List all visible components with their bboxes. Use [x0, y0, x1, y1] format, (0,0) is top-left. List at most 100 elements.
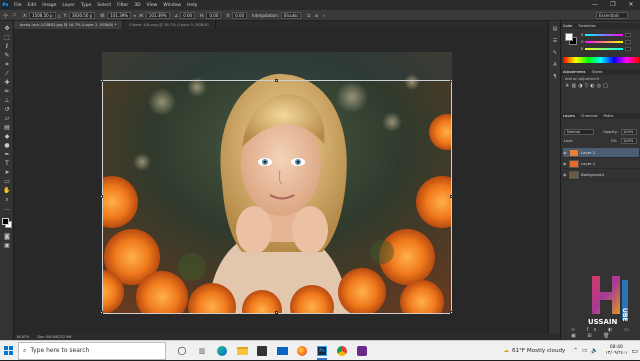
interpolation-select[interactable]: Bicubic	[280, 11, 302, 19]
handle-top-center[interactable]	[275, 79, 278, 82]
h-skew-field[interactable]: 0.00	[206, 11, 222, 19]
menu-3d[interactable]: 3D	[134, 3, 140, 8]
angle-field[interactable]: 0.00	[180, 11, 196, 19]
healing-tool-icon[interactable]: ✚	[3, 79, 11, 87]
photoshop-taskbar-icon[interactable]: Ps	[312, 341, 332, 361]
shape-tool-icon[interactable]: ▭	[3, 178, 11, 186]
layer-row[interactable]: ◉ Layer 1	[563, 159, 639, 169]
height-field[interactable]: 101.39%	[145, 11, 170, 19]
move-tool-icon[interactable]: ✥	[3, 25, 11, 33]
tab-swatches[interactable]: Swatches	[578, 24, 595, 28]
chrome-icon[interactable]	[332, 341, 352, 361]
clone-stamp-tool-icon[interactable]: ⊥	[3, 97, 11, 105]
screen-mode-icon[interactable]: ▣	[3, 242, 11, 250]
y-field[interactable]: 3830.50 p	[68, 11, 96, 19]
tab-color[interactable]: Color	[563, 24, 572, 28]
width-field[interactable]: 101.39%	[107, 11, 132, 19]
menu-window[interactable]: Window	[163, 3, 181, 8]
reference-point-icon[interactable]: ⁙	[12, 12, 17, 19]
lasso-tool-icon[interactable]: ℓ	[3, 43, 11, 51]
type-tool-icon[interactable]: T	[3, 160, 11, 168]
handle-bottom-left[interactable]	[100, 311, 103, 314]
quick-select-tool-icon[interactable]: ✎	[3, 52, 11, 60]
more-tools-icon[interactable]: …	[3, 205, 11, 213]
blend-mode-select[interactable]: Normal	[564, 129, 594, 135]
taskbar-search[interactable]: ⌕ Type here to search	[18, 341, 166, 360]
properties-panel-icon[interactable]: ☰	[551, 37, 559, 45]
red-slider[interactable]: R	[581, 33, 635, 37]
quick-mask-icon[interactable]: ◙	[3, 233, 11, 241]
layer-row[interactable]: ◉ Layer 2	[563, 148, 639, 158]
firefox-icon[interactable]	[292, 341, 312, 361]
menu-type[interactable]: Type	[81, 3, 91, 8]
history-panel-icon[interactable]: ▤	[551, 25, 559, 33]
menu-edit[interactable]: Edit	[28, 3, 37, 8]
history-brush-tool-icon[interactable]: ↺	[3, 106, 11, 114]
tab-document-2[interactable]: Flower 4/8.png @ 16.7% (Layer 0, RGB/8)	[123, 21, 216, 29]
path-select-tool-icon[interactable]: ➤	[3, 169, 11, 177]
green-slider[interactable]: G	[581, 40, 635, 44]
workspace-select[interactable]: Essentials	[596, 12, 628, 19]
pen-tool-icon[interactable]: ✒	[3, 151, 11, 159]
blur-tool-icon[interactable]: ◆	[3, 133, 11, 141]
menu-select[interactable]: Select	[97, 3, 111, 8]
opacity-field[interactable]: 100%	[621, 129, 637, 135]
minimize-button[interactable]: —	[586, 0, 604, 10]
zoom-tool-icon[interactable]: ⌕	[3, 196, 11, 204]
menu-filter[interactable]: Filter	[117, 3, 128, 8]
transform-tool-icon[interactable]: ⊹	[3, 12, 8, 19]
layer-name[interactable]: Layer 2	[581, 150, 595, 155]
eraser-tool-icon[interactable]: ▱	[3, 115, 11, 123]
menu-file[interactable]: File	[14, 3, 22, 8]
maximize-button[interactable]: ❐	[604, 0, 622, 10]
commit-transform-icon[interactable]: ✓	[322, 13, 325, 18]
gradient-tool-icon[interactable]: ▤	[3, 124, 11, 132]
visibility-eye-icon[interactable]: ◉	[563, 172, 568, 177]
link-icon[interactable]: ∞	[133, 13, 136, 18]
dodge-tool-icon[interactable]: ●	[3, 142, 11, 150]
canvas-photo[interactable]	[102, 52, 452, 314]
menu-view[interactable]: View	[147, 3, 158, 8]
tab-paths[interactable]: Paths	[604, 114, 614, 118]
color-fg-swatch[interactable]	[565, 33, 573, 41]
blue-slider[interactable]: B	[581, 47, 635, 51]
handle-middle-right[interactable]	[450, 195, 453, 198]
zoom-level[interactable]: 16.67%	[16, 335, 29, 339]
edge-icon[interactable]	[212, 341, 232, 361]
chevron-up-icon[interactable]: ⌃	[573, 348, 578, 354]
menu-image[interactable]: Image	[42, 3, 56, 8]
adjustment-icons[interactable]: ☀▥◑▽◐◎□	[565, 83, 610, 89]
tab-layers[interactable]: Layers	[563, 114, 575, 118]
menu-help[interactable]: Help	[187, 3, 197, 8]
volume-icon[interactable]: 🔈	[591, 348, 598, 354]
network-icon[interactable]: ▭	[582, 348, 587, 354]
app-icon[interactable]	[352, 341, 372, 361]
crop-tool-icon[interactable]: ⌗	[3, 61, 11, 69]
eyedropper-tool-icon[interactable]: ⁄	[3, 70, 11, 78]
layer-name[interactable]: Background	[581, 172, 604, 177]
widgets-icon[interactable]: ▥	[192, 341, 212, 361]
tab-adjustments[interactable]: Adjustments	[563, 70, 586, 74]
handle-bottom-center[interactable]	[275, 311, 278, 314]
handle-top-right[interactable]	[450, 79, 453, 82]
file-explorer-icon[interactable]	[232, 341, 252, 361]
foreground-color-swatch[interactable]	[2, 218, 9, 225]
color-spectrum[interactable]	[563, 57, 639, 63]
x-field[interactable]: 1508.50 p	[29, 11, 56, 19]
handle-middle-left[interactable]	[100, 195, 103, 198]
character-panel-icon[interactable]: A	[551, 61, 559, 69]
brush-tool-icon[interactable]: ✏	[3, 88, 11, 96]
notifications-icon[interactable]: ▭	[631, 347, 638, 355]
weather-text[interactable]: 61°F Mostly cloudy	[512, 348, 565, 354]
delta-icon[interactable]: △	[58, 13, 61, 18]
visibility-eye-icon[interactable]: ◉	[563, 161, 568, 166]
menu-layer[interactable]: Layer	[62, 3, 75, 8]
fill-field[interactable]: 100%	[621, 138, 637, 144]
marquee-tool-icon[interactable]: ⬚	[3, 34, 11, 42]
start-button[interactable]	[0, 341, 16, 361]
v-skew-field[interactable]: 0.00	[232, 11, 248, 19]
paragraph-panel-icon[interactable]: ¶	[551, 73, 559, 81]
tab-document-1[interactable]: jaeko-loch-103881.jpg @ 16.7% (Layer 2, …	[14, 21, 124, 29]
handle-bottom-right[interactable]	[450, 311, 453, 314]
tab-styles[interactable]: Styles	[592, 70, 603, 74]
